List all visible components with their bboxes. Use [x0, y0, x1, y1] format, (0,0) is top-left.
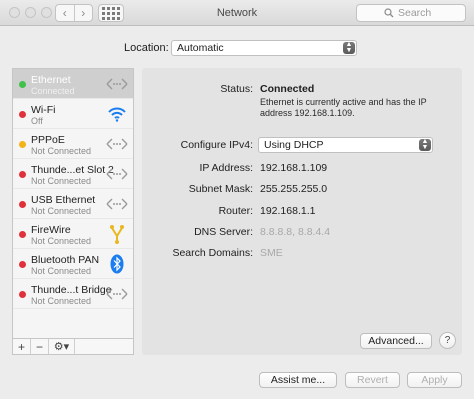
service-item[interactable]: Thunde...t Bridge Not Connected [13, 279, 133, 309]
service-item[interactable]: Thunde...et Slot 2 Not Connected [13, 159, 133, 189]
add-service-button[interactable]: + [13, 339, 31, 354]
service-item[interactable]: PPPoE Not Connected [13, 129, 133, 159]
ethernet-arrows-icon [106, 73, 128, 95]
gear-menu-button[interactable]: ⚙▾ [49, 339, 75, 354]
up-down-arrows-icon: ▲ ▼ [343, 41, 355, 54]
service-name: Wi-Fi [31, 104, 56, 116]
service-item[interactable]: FireWire Not Connected [13, 219, 133, 249]
status-dot [19, 81, 26, 88]
location-popup[interactable]: Automatic ▲ ▼ [171, 40, 357, 56]
status-dot [19, 141, 26, 148]
chevron-left-icon: ‹ [62, 6, 67, 20]
advanced-button[interactable]: Advanced... [360, 333, 432, 349]
configure-ipv4-popup[interactable]: Using DHCP ▲ ▼ [258, 137, 433, 153]
ethernet-arrows-icon [106, 133, 128, 155]
revert-button[interactable]: Revert [345, 372, 400, 388]
status-value: Connected [260, 83, 315, 95]
minimize-window-button[interactable] [25, 7, 36, 18]
search-input[interactable] [398, 7, 438, 19]
configure-ipv4-value: Using DHCP [264, 139, 324, 151]
service-name: PPPoE [31, 134, 65, 146]
ethernet-arrows-icon [106, 283, 128, 305]
back-button[interactable]: ‹ [56, 5, 74, 21]
configure-ipv4-label: Configure IPv4: [180, 139, 253, 151]
wifi-icon [106, 103, 128, 125]
ip-address-value: 192.168.1.109 [260, 162, 328, 174]
status-dot [19, 231, 26, 238]
service-status: Not Connected [31, 206, 92, 216]
search-field[interactable] [356, 4, 466, 22]
service-name: Ethernet [31, 74, 71, 86]
subnet-mask-value: 255.255.255.0 [260, 183, 328, 195]
status-dot [19, 111, 26, 118]
service-status: Not Connected [31, 296, 92, 306]
status-description: Ethernet is currently active and has the… [260, 97, 427, 118]
status-dot [19, 291, 26, 298]
service-status: Not Connected [31, 266, 92, 276]
search-icon [384, 8, 394, 18]
title-bar: ‹ › Network [0, 0, 474, 26]
location-label: Location: [124, 42, 169, 54]
dns-server-value: 8.8.8.8, 8.8.4.4 [260, 226, 331, 238]
zoom-window-button[interactable] [41, 7, 52, 18]
assist-me-button[interactable]: Assist me... [259, 372, 337, 388]
router-value: 192.168.1.1 [260, 205, 316, 217]
subnet-mask-label: Subnet Mask: [188, 183, 253, 195]
status-dot [19, 201, 26, 208]
service-status: Not Connected [31, 236, 92, 246]
service-name: Bluetooth PAN [31, 254, 100, 266]
apply-button[interactable]: Apply [407, 372, 462, 388]
grid-icon [102, 6, 105, 10]
remove-service-button[interactable]: − [31, 339, 49, 354]
status-label: Status: [220, 83, 253, 95]
service-item[interactable]: Ethernet Connected [13, 69, 133, 99]
close-window-button[interactable] [9, 7, 20, 18]
service-list: Ethernet Connected Wi-Fi Off PPPoE Not Connec… [12, 68, 134, 339]
service-name: Thunde...et Slot 2 [31, 164, 114, 176]
service-status: Not Connected [31, 146, 92, 156]
search-domains-value: SME [260, 247, 283, 259]
service-name: USB Ethernet [31, 194, 96, 206]
ethernet-arrows-icon [106, 193, 128, 215]
chevron-right-icon: › [81, 6, 86, 20]
service-name: Thunde...t Bridge [31, 284, 112, 296]
ethernet-arrows-icon [106, 163, 128, 185]
service-item[interactable]: USB Ethernet Not Connected [13, 189, 133, 219]
service-item[interactable]: Wi-Fi Off [13, 99, 133, 129]
dns-server-label: DNS Server: [194, 226, 253, 238]
status-dot [19, 171, 26, 178]
service-status: Not Connected [31, 176, 92, 186]
service-status: Connected [31, 86, 75, 96]
ip-address-label: IP Address: [199, 162, 253, 174]
service-toolbar: + − ⚙▾ [12, 339, 134, 355]
service-name: FireWire [31, 224, 71, 236]
status-dot [19, 261, 26, 268]
help-button[interactable]: ? [439, 332, 456, 349]
bluetooth-icon [106, 253, 128, 275]
service-item[interactable]: Bluetooth PAN Not Connected [13, 249, 133, 279]
back-forward-group: ‹ › [55, 4, 93, 22]
show-all-button[interactable] [98, 4, 124, 22]
up-down-arrows-icon: ▲ ▼ [419, 138, 431, 151]
router-label: Router: [218, 205, 253, 217]
search-domains-label: Search Domains: [172, 247, 253, 259]
service-status: Off [31, 116, 43, 126]
forward-button[interactable]: › [73, 5, 93, 21]
location-value: Automatic [177, 42, 224, 54]
firewire-icon [106, 223, 128, 245]
